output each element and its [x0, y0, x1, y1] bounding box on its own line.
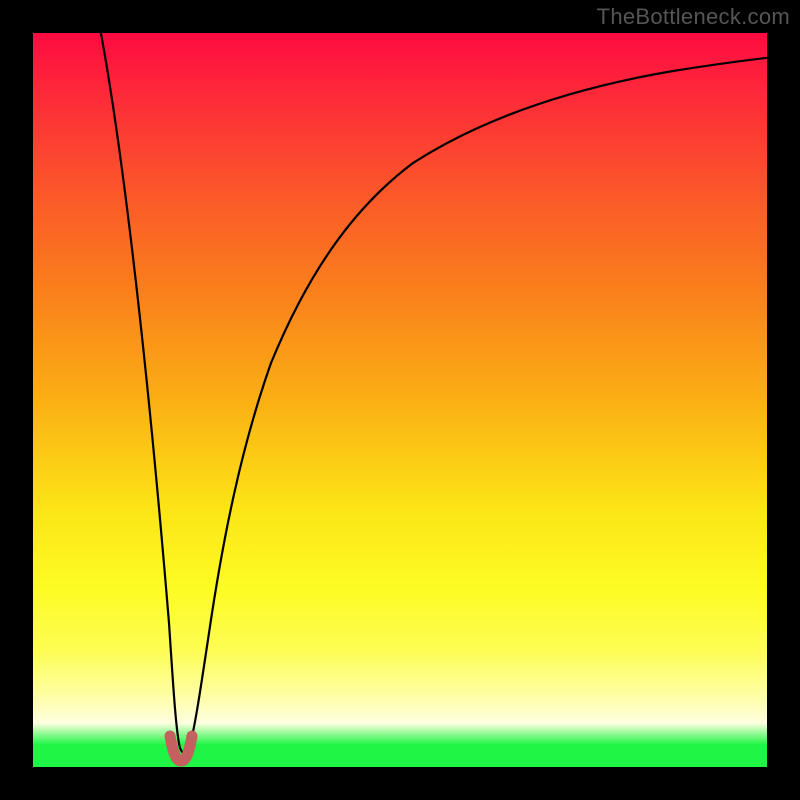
bottleneck-curve-line	[95, 33, 767, 753]
chart-svg	[33, 33, 767, 767]
chart-plot-area	[33, 33, 767, 767]
watermark-text: TheBottleneck.com	[597, 4, 790, 30]
